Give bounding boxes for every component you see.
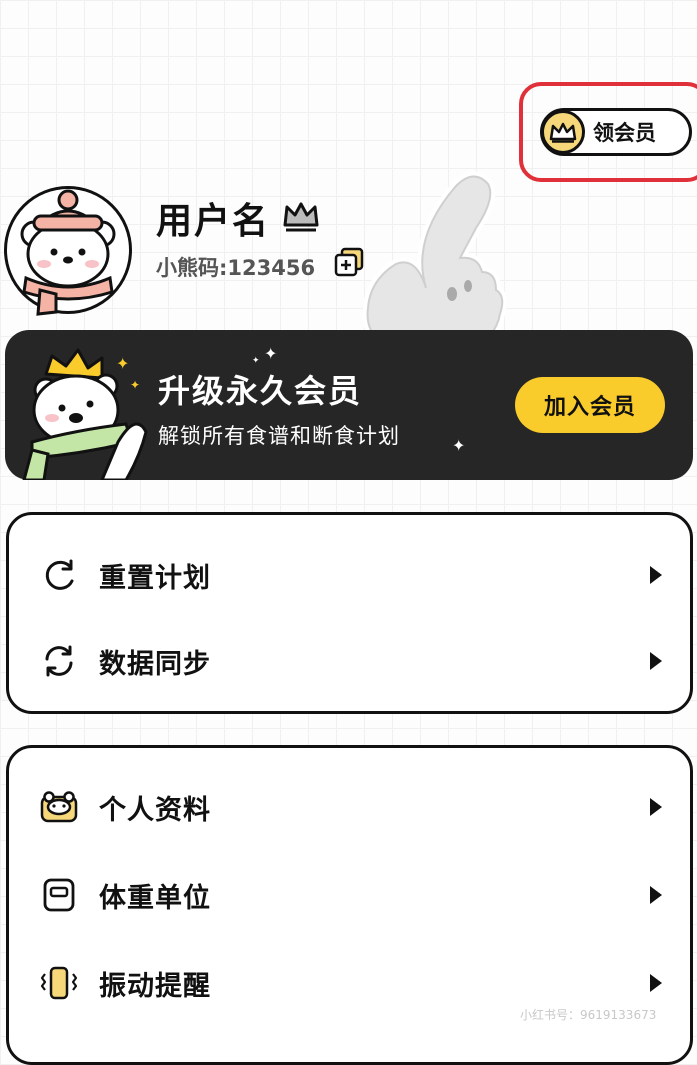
sparkle-icon: ✦	[264, 344, 278, 363]
sparkle-icon: ✦	[252, 356, 260, 366]
crown-icon	[541, 110, 585, 154]
get-vip-button[interactable]: 领会员	[540, 108, 692, 156]
sparkle-icon: ✦	[130, 378, 141, 392]
sparkle-icon: ✦	[116, 354, 130, 373]
sparkle-icon: ✦	[452, 436, 466, 455]
crown-icon	[281, 199, 321, 237]
refresh-icon	[39, 555, 79, 595]
menu-item-label: 体重单位	[99, 882, 211, 914]
menu-item-data-sync[interactable]: 数据同步	[9, 631, 690, 691]
menu-item-label: 振动提醒	[99, 970, 211, 1002]
menu-item-weight-unit[interactable]: 体重单位	[9, 865, 690, 925]
menu-item-label: 重置计划	[99, 562, 211, 594]
watermark: 小红书号：9619133673	[520, 1008, 657, 1022]
plan-settings-card: 重置计划 数据同步	[6, 512, 693, 714]
banner-title: 升级永久会员	[158, 372, 363, 410]
get-vip-label: 领会员	[593, 121, 656, 145]
user-code: 小熊码:123456	[156, 256, 316, 280]
banner-subtitle: 解锁所有食谱和断食计划	[158, 424, 400, 448]
menu-item-reset-plan[interactable]: 重置计划	[9, 545, 690, 605]
bear-profile-icon	[39, 787, 79, 827]
bear-mascot-icon	[22, 346, 152, 484]
menu-item-vibration[interactable]: 振动提醒	[9, 953, 690, 1013]
chevron-right-icon	[650, 974, 662, 992]
chevron-right-icon	[650, 566, 662, 584]
vibrate-icon	[39, 963, 79, 1003]
chevron-right-icon	[650, 886, 662, 904]
chevron-right-icon	[650, 798, 662, 816]
chevron-right-icon	[650, 652, 662, 670]
sync-icon	[39, 641, 79, 681]
menu-item-label: 数据同步	[99, 648, 211, 680]
username: 用户名	[156, 201, 271, 242]
menu-item-profile[interactable]: 个人资料	[9, 777, 690, 837]
join-vip-button[interactable]: 加入会员	[515, 377, 665, 433]
menu-item-label: 个人资料	[99, 794, 211, 826]
scale-icon	[39, 875, 79, 915]
avatar[interactable]	[4, 186, 132, 316]
